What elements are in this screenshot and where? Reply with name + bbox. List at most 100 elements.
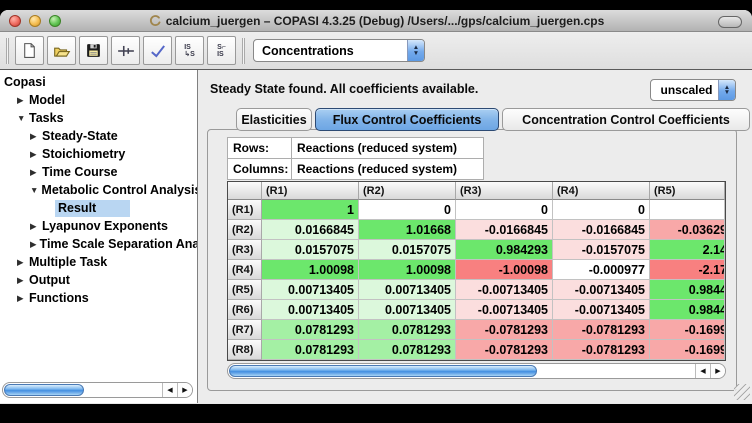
table-cell[interactable]: 1.00098	[262, 260, 359, 280]
tab-elasticities[interactable]: Elasticities	[236, 108, 312, 131]
table-cell[interactable]: 0.0781293	[262, 320, 359, 340]
tree-item-stoichiometry[interactable]: ▶Stoichiometry	[0, 145, 197, 163]
tree-item-multiple-task[interactable]: ▶Multiple Task	[0, 253, 197, 271]
table-cell[interactable]: 0.0166845	[262, 220, 359, 240]
table-cell[interactable]: 0.0157075	[262, 240, 359, 260]
sidebar-scroll-track[interactable]	[3, 383, 162, 397]
table-cell[interactable]: 0.984293	[456, 240, 553, 260]
row-header[interactable]: (R2)	[228, 220, 262, 240]
close-window-button[interactable]	[9, 15, 21, 27]
tree-item-output[interactable]: ▶Output	[0, 271, 197, 289]
table-cell[interactable]: 0.0157075	[359, 240, 456, 260]
table-cell[interactable]: -0.1699	[650, 340, 725, 360]
table-cell[interactable]: 1	[262, 200, 359, 220]
table-cell[interactable]: -0.0781293	[456, 320, 553, 340]
collapsed-arrow-icon[interactable]: ▶	[17, 275, 26, 286]
table-cell[interactable]: -2.17	[650, 260, 725, 280]
column-header[interactable]: (R2)	[359, 182, 456, 200]
tree-item-lyapunov-exponents[interactable]: ▶Lyapunov Exponents	[0, 217, 197, 235]
save-button[interactable]	[79, 36, 108, 65]
table-cell[interactable]: 0	[456, 200, 553, 220]
tree-item-model[interactable]: ▶Model	[0, 91, 197, 109]
check-button[interactable]	[143, 36, 172, 65]
table-horizontal-scrollbar[interactable]: ◀ ▶	[227, 363, 726, 379]
collapsed-arrow-icon[interactable]: ▶	[17, 95, 26, 106]
title-bar[interactable]: calcium_juergen – COPASI 4.3.25 (Debug) …	[0, 10, 752, 32]
column-header[interactable]: (R4)	[553, 182, 650, 200]
table-cell[interactable]: -0.0166845	[456, 220, 553, 240]
tree-item-metabolic-control-analysis[interactable]: ▼Metabolic Control Analysis	[0, 181, 197, 199]
table-cell[interactable]: 0.00713405	[359, 300, 456, 320]
table-cell[interactable]: 0.00713405	[262, 300, 359, 320]
table-cell[interactable]: -0.0781293	[456, 340, 553, 360]
toolbar-toggle-button[interactable]	[718, 16, 742, 28]
table-cell[interactable]: -0.0166845	[553, 220, 650, 240]
table-cell[interactable]: -0.00713405	[553, 300, 650, 320]
scale-dropdown[interactable]: unscaled ▲▼	[650, 79, 736, 101]
row-header[interactable]: (R8)	[228, 340, 262, 360]
scroll-right-button[interactable]: ▶	[177, 383, 192, 397]
table-cell[interactable]: 0.0781293	[359, 320, 456, 340]
table-cell[interactable]: 0.00713405	[262, 280, 359, 300]
tree-item-tasks[interactable]: ▼Tasks	[0, 109, 197, 127]
table-cell[interactable]: 0.9844	[650, 300, 725, 320]
row-header[interactable]: (R5)	[228, 280, 262, 300]
toolbar-drag-handle[interactable]	[6, 38, 12, 64]
collapsed-arrow-icon[interactable]: ▶	[30, 221, 39, 232]
table-cell[interactable]: 1.01668	[359, 220, 456, 240]
collapsed-arrow-icon[interactable]: ▶	[30, 239, 37, 250]
table-cell[interactable]: -0.000977	[553, 260, 650, 280]
table-cell[interactable]: -0.0157075	[553, 240, 650, 260]
table-cell[interactable]: 0.0781293	[262, 340, 359, 360]
column-header[interactable]: (R5)	[650, 182, 725, 200]
table-cell[interactable]: 0.0781293	[359, 340, 456, 360]
sidebar-horizontal-scrollbar[interactable]: ◀ ▶	[2, 382, 193, 398]
resize-grip[interactable]	[734, 384, 750, 400]
s-to-is-button[interactable]: S⌐ IS	[207, 36, 236, 65]
sidebar-scroll-thumb[interactable]	[4, 384, 84, 396]
table-cell[interactable]: 0.9844	[650, 280, 725, 300]
tune-button[interactable]	[111, 36, 140, 65]
table-cell[interactable]: -0.0781293	[553, 320, 650, 340]
table-scroll-track[interactable]	[228, 364, 695, 378]
table-cell[interactable]: 2.14	[650, 240, 725, 260]
column-header[interactable]: (R1)	[262, 182, 359, 200]
table-cell[interactable]: -0.0781293	[553, 340, 650, 360]
row-header[interactable]: (R7)	[228, 320, 262, 340]
row-header[interactable]: (R3)	[228, 240, 262, 260]
tree-item-time-scale-separation-anal[interactable]: ▶Time Scale Separation Anal	[0, 235, 197, 253]
table-cell[interactable]: 0.00713405	[359, 280, 456, 300]
minimize-window-button[interactable]	[29, 15, 41, 27]
zoom-window-button[interactable]	[49, 15, 61, 27]
column-header[interactable]: (R3)	[456, 182, 553, 200]
expanded-arrow-icon[interactable]: ▼	[30, 185, 38, 195]
tab-concentration-control-coefficients[interactable]: Concentration Control Coefficients	[502, 108, 750, 131]
table-scroll-thumb[interactable]	[229, 365, 537, 377]
table-cell[interactable]: 1.00098	[359, 260, 456, 280]
view-mode-dropdown[interactable]: Concentrations ▲▼	[253, 39, 425, 62]
tab-flux-control-coefficients[interactable]: Flux Control Coefficients	[315, 108, 499, 131]
dropdown-stepper-icon[interactable]: ▲▼	[407, 40, 424, 61]
table-cell[interactable]: -0.00713405	[456, 280, 553, 300]
open-file-button[interactable]	[47, 36, 76, 65]
tree-item-result[interactable]: Result	[0, 199, 197, 217]
collapsed-arrow-icon[interactable]: ▶	[30, 149, 39, 160]
table-cell[interactable]	[650, 200, 725, 220]
toolbar-separator-handle[interactable]	[242, 38, 248, 64]
row-header[interactable]: (R6)	[228, 300, 262, 320]
scroll-right-button[interactable]: ▶	[710, 364, 725, 378]
collapsed-arrow-icon[interactable]: ▶	[30, 131, 39, 142]
table-cell[interactable]: -1.00098	[456, 260, 553, 280]
table-cell[interactable]: 0	[553, 200, 650, 220]
table-cell[interactable]: 0	[359, 200, 456, 220]
tree-item-copasi[interactable]: Copasi	[0, 73, 197, 91]
collapsed-arrow-icon[interactable]: ▶	[17, 293, 26, 304]
collapsed-arrow-icon[interactable]: ▶	[17, 257, 26, 268]
scroll-left-button[interactable]: ◀	[162, 383, 177, 397]
expanded-arrow-icon[interactable]: ▼	[17, 113, 26, 123]
row-header[interactable]: (R1)	[228, 200, 262, 220]
table-cell[interactable]: -0.03629	[650, 220, 725, 240]
tree-item-steady-state[interactable]: ▶Steady-State	[0, 127, 197, 145]
is-to-s-button[interactable]: IS ↳S	[175, 36, 204, 65]
collapsed-arrow-icon[interactable]: ▶	[30, 167, 39, 178]
